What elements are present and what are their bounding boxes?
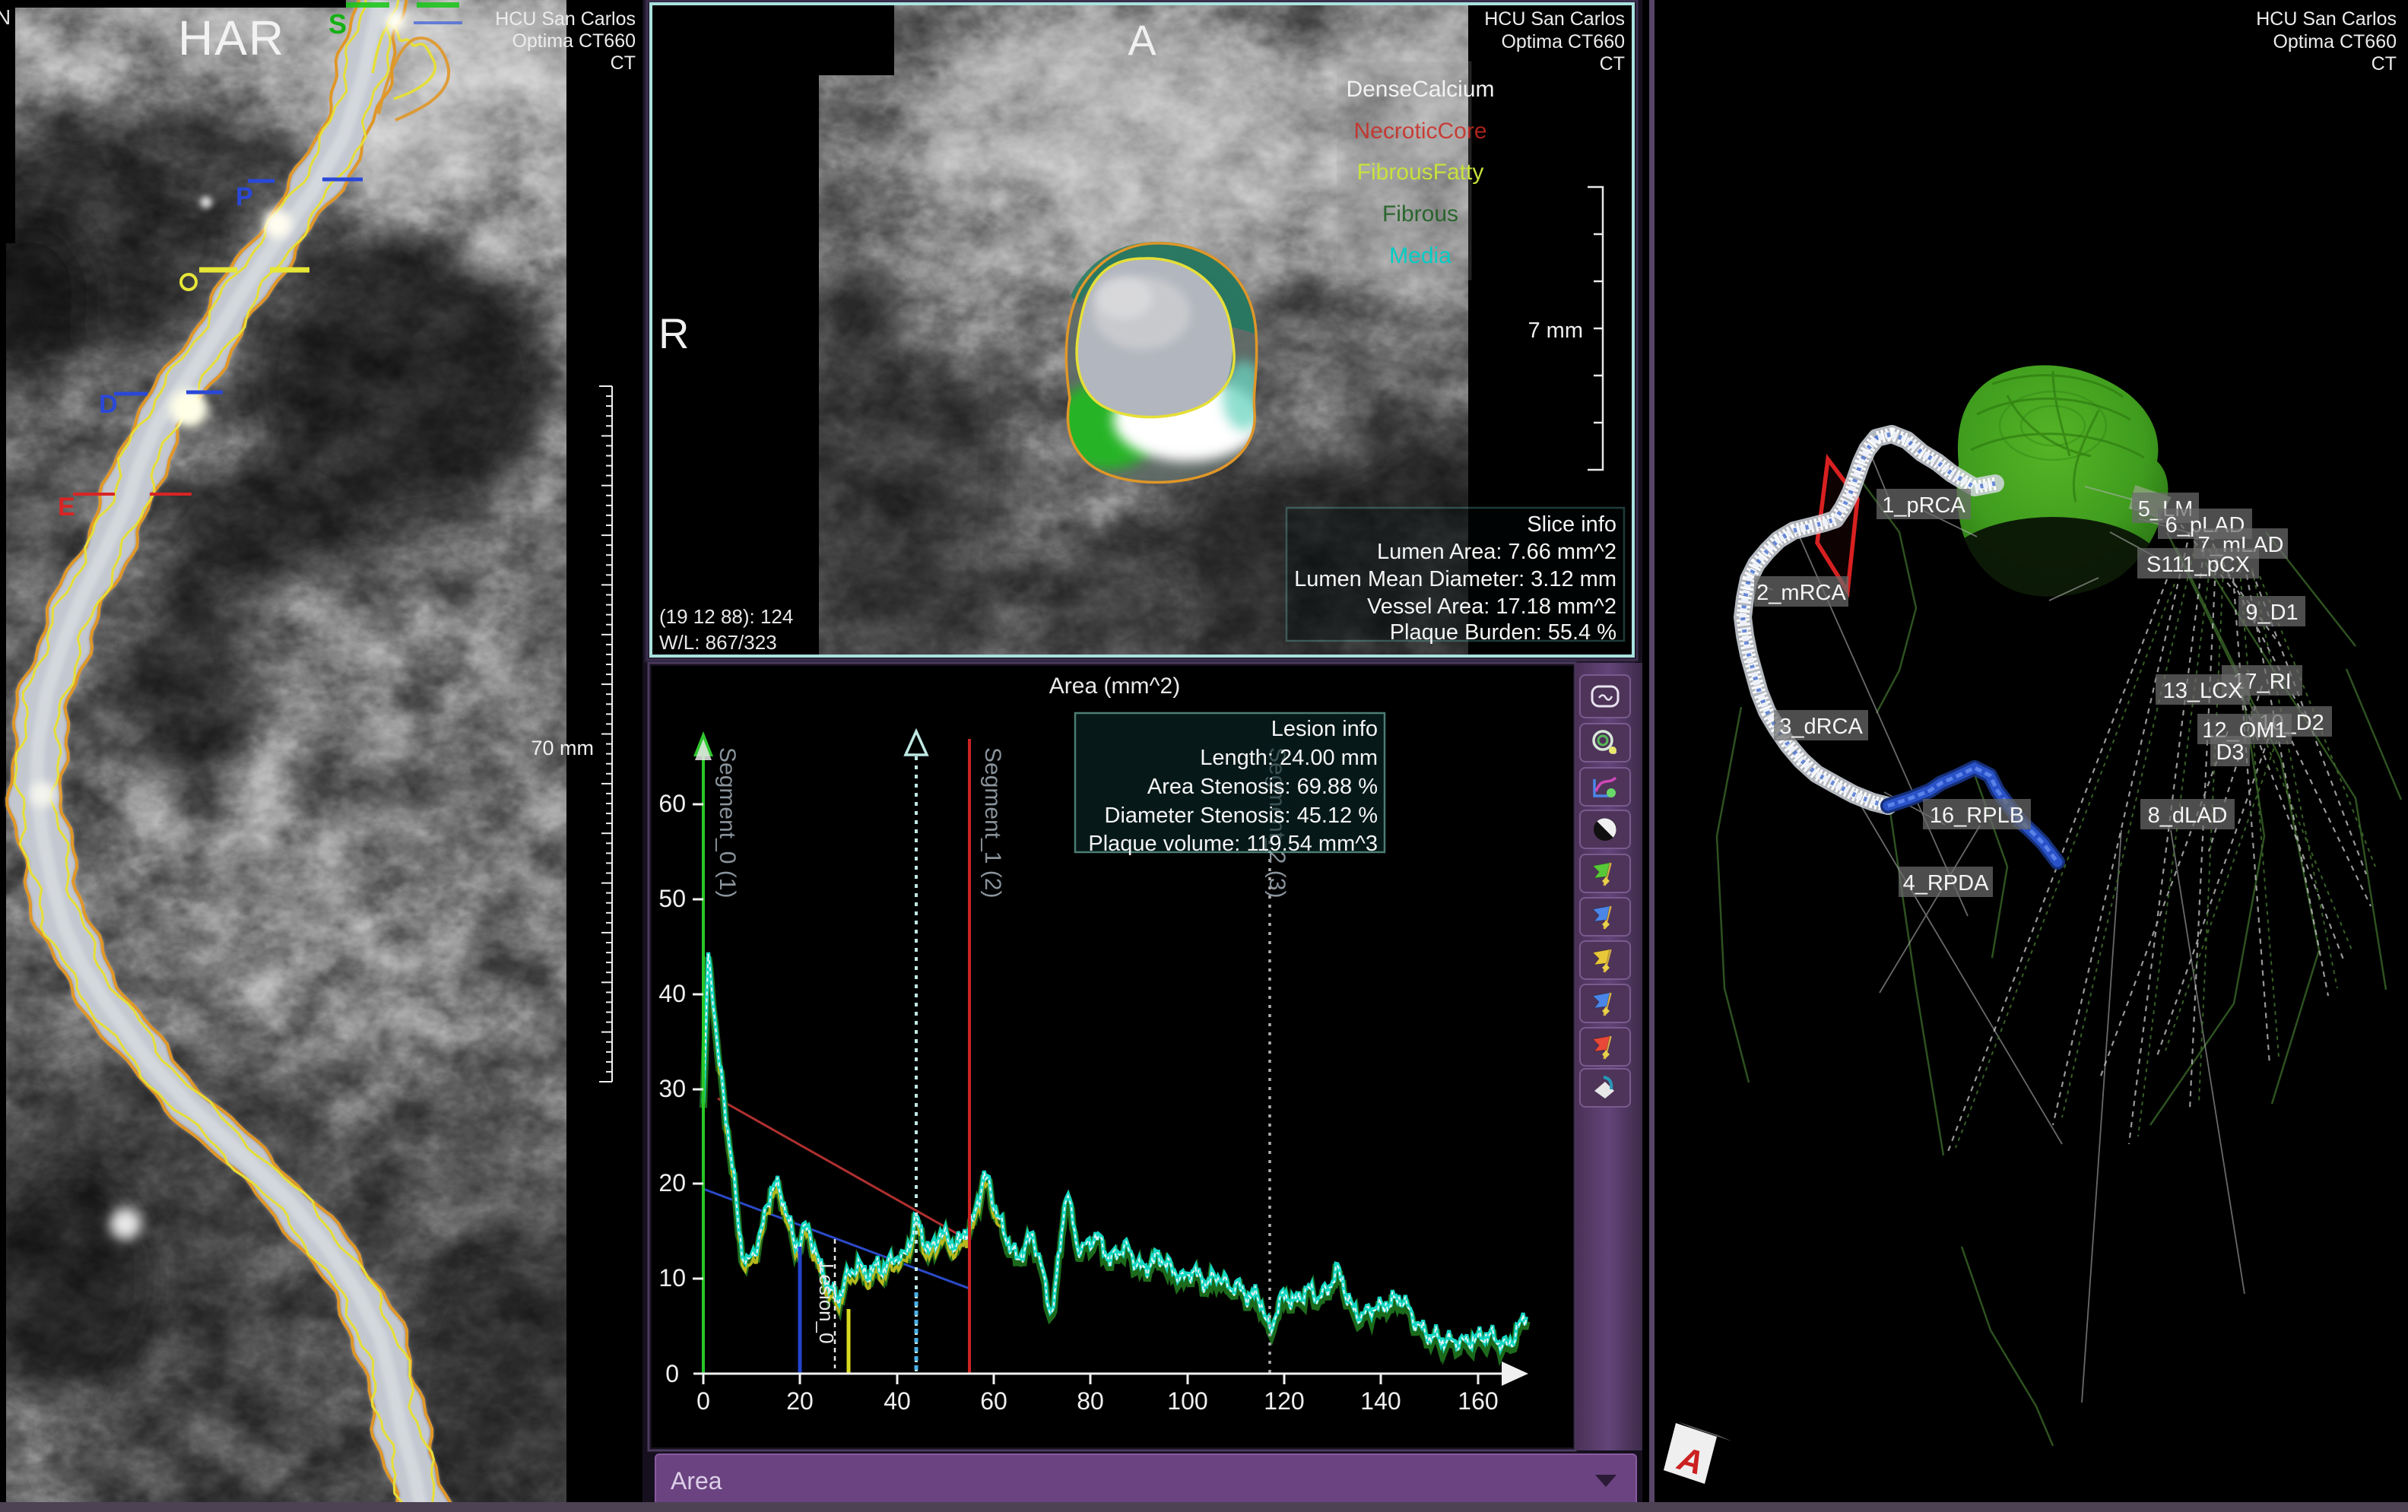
svg-text:160: 160 (1458, 1387, 1498, 1415)
svg-text:20: 20 (658, 1169, 686, 1197)
svg-text:(19 12 88): 124: (19 12 88): 124 (659, 605, 793, 628)
svg-text:FibrousFatty: FibrousFatty (1357, 160, 1484, 185)
svg-text:40: 40 (658, 980, 686, 1007)
svg-text:8_dLAD: 8_dLAD (2148, 804, 2228, 828)
svg-text:4_RPDA: 4_RPDA (1903, 871, 1989, 895)
svg-text:E: E (58, 493, 75, 521)
svg-text:3_dRCA: 3_dRCA (1779, 715, 1863, 739)
svg-text:S: S (328, 8, 347, 40)
svg-text:Area: Area (671, 1467, 722, 1495)
svg-text:120: 120 (1264, 1387, 1304, 1415)
svg-text:80: 80 (1077, 1387, 1104, 1415)
svg-text:N: N (0, 5, 11, 29)
svg-text:1_pRCA: 1_pRCA (1882, 493, 1965, 518)
svg-text:16_RPLB: 16_RPLB (1930, 804, 2024, 828)
svg-text:Lesion_0: Lesion_0 (815, 1263, 838, 1344)
svg-text:140: 140 (1360, 1387, 1401, 1415)
svg-text:HCU San Carlos: HCU San Carlos (1484, 8, 1625, 30)
svg-text:HCU San Carlos: HCU San Carlos (495, 8, 636, 30)
svg-text:20: 20 (786, 1387, 814, 1415)
svg-text:W/L: 867/323: W/L: 867/323 (659, 631, 777, 654)
svg-text:60: 60 (658, 790, 686, 817)
svg-text:HAR: HAR (178, 11, 285, 65)
svg-text:CT: CT (1600, 53, 1625, 74)
svg-text:0: 0 (696, 1387, 710, 1415)
svg-text:9_D1: 9_D1 (2245, 601, 2298, 625)
svg-text:HCU San Carlos: HCU San Carlos (2256, 8, 2397, 30)
svg-text:Vessel Area: 17.18 mm^2: Vessel Area: 17.18 mm^2 (1367, 594, 1616, 619)
svg-text:13_LCX: 13_LCX (2163, 679, 2243, 703)
svg-text:CT: CT (611, 52, 636, 74)
svg-text:40: 40 (884, 1387, 911, 1415)
svg-text:Segment_1 (2): Segment_1 (2) (980, 747, 1005, 898)
svg-text:D3: D3 (2216, 740, 2244, 765)
svg-text:Plaque volume: 119.54 mm^3: Plaque volume: 119.54 mm^3 (1088, 832, 1378, 856)
svg-text:Plaque Burden: 55.4 %: Plaque Burden: 55.4 % (1390, 620, 1616, 645)
svg-text:Area (mm^2): Area (mm^2) (1049, 674, 1180, 699)
svg-text:Lumen Mean Diameter: 3.12 mm: Lumen Mean Diameter: 3.12 mm (1294, 567, 1616, 591)
svg-text:Media: Media (1389, 243, 1451, 268)
svg-text:Slice info: Slice info (1527, 512, 1616, 537)
svg-text:R: R (658, 309, 689, 357)
svg-text:NecroticCore: NecroticCore (1353, 119, 1486, 144)
svg-text:Optima CT660: Optima CT660 (2273, 31, 2397, 52)
svg-text:Segment_0 (1): Segment_0 (1) (715, 747, 740, 898)
svg-text:DenseCalcium: DenseCalcium (1346, 77, 1494, 102)
svg-text:Lumen Area: 7.66 mm^2: Lumen Area: 7.66 mm^2 (1377, 540, 1616, 564)
svg-text:P: P (236, 182, 253, 211)
svg-text:Length: 24.00 mm: Length: 24.00 mm (1200, 746, 1378, 770)
svg-text:7 mm: 7 mm (1528, 319, 1584, 343)
svg-text:2_mRCA: 2_mRCA (1756, 581, 1846, 605)
svg-text:Optima CT660: Optima CT660 (512, 30, 636, 52)
svg-text:100: 100 (1167, 1387, 1207, 1415)
svg-text:Area Stenosis: 69.88 %: Area Stenosis: 69.88 % (1147, 775, 1378, 799)
svg-text:50: 50 (658, 885, 686, 912)
svg-text:10: 10 (658, 1264, 686, 1292)
svg-text:30: 30 (658, 1075, 686, 1102)
svg-text:Fibrous: Fibrous (1382, 201, 1458, 227)
svg-text:Lesion info: Lesion info (1271, 717, 1378, 741)
svg-text:70 mm: 70 mm (531, 737, 594, 759)
svg-text:S111_pCX: S111_pCX (2146, 553, 2250, 577)
svg-text:CT: CT (2372, 53, 2397, 74)
svg-text:A: A (1128, 16, 1156, 64)
svg-text:60: 60 (980, 1387, 1007, 1415)
svg-text:Diameter Stenosis: 45.12 %: Diameter Stenosis: 45.12 % (1105, 804, 1378, 828)
svg-text:Optima CT660: Optima CT660 (1501, 31, 1625, 52)
svg-text:0: 0 (665, 1360, 679, 1387)
